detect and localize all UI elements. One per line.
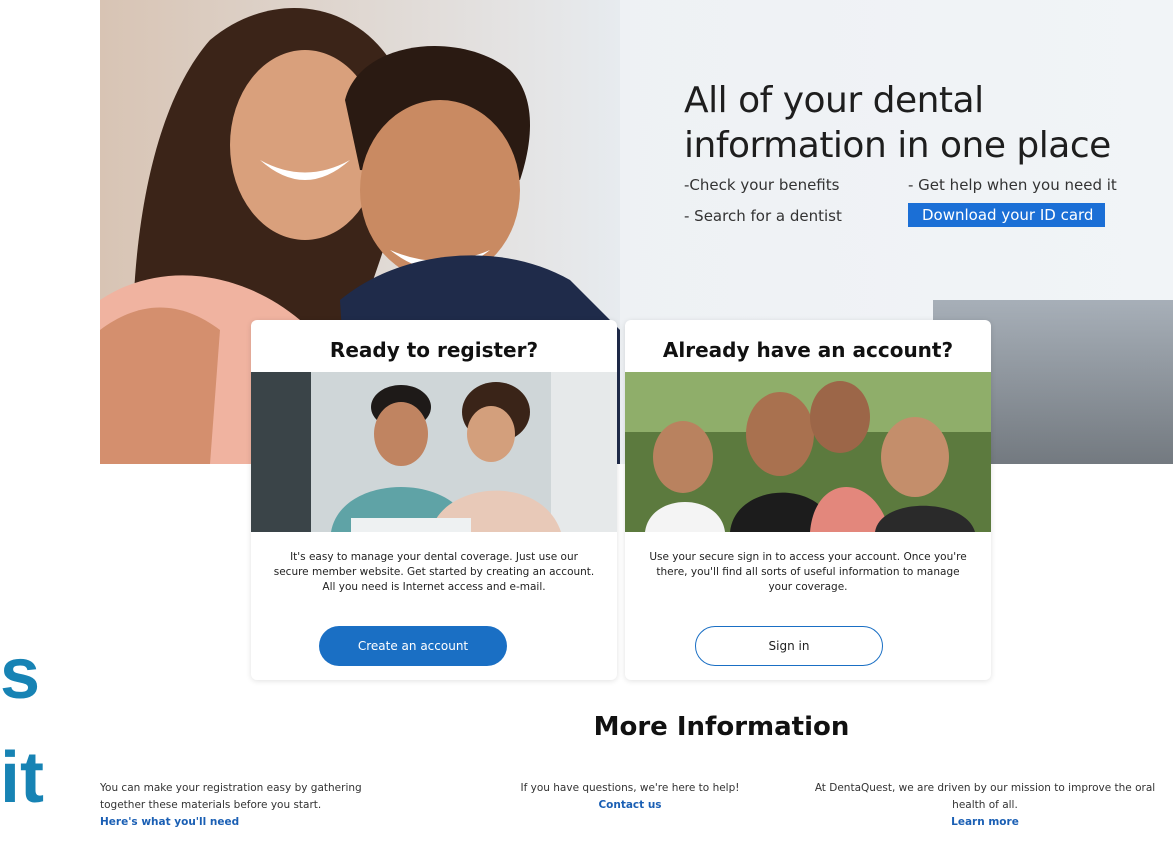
register-card-description: It's easy to manage your dental coverage… (273, 551, 595, 593)
register-card: Ready to register? It's easy to manage y… (251, 320, 617, 680)
feature-download-id-card: Download your ID card (908, 203, 1106, 227)
feature-get-help: - Get help when you need it (908, 176, 1117, 194)
info-column-registration: You can make your registration easy by g… (100, 780, 400, 831)
learn-more-link[interactable]: Learn more (951, 814, 1019, 831)
hero-title: All of your dental information in one pl… (684, 80, 1111, 166)
info-column-mission-text: At DentaQuest, we are driven by our miss… (814, 782, 1156, 811)
feature-search-dentist: - Search for a dentist (684, 207, 842, 225)
overlay-text-fragment-1: s (0, 634, 41, 714)
feature-check-benefits: -Check your benefits (684, 176, 840, 194)
signin-card: Already have an account? Use your secure… (625, 320, 991, 680)
register-card-photo (251, 372, 617, 532)
signin-card-photo (625, 372, 991, 532)
contact-us-link[interactable]: Contact us (598, 797, 661, 814)
signin-card-description: Use your secure sign in to access your a… (649, 551, 967, 593)
sign-in-button[interactable]: Sign in (695, 626, 883, 666)
info-column-help-text: If you have questions, we're here to hel… (520, 782, 740, 794)
more-info-section-title: More Information (593, 712, 850, 742)
info-column-mission: At DentaQuest, we are driven by our miss… (810, 780, 1160, 831)
register-card-title: Ready to register? (329, 338, 539, 362)
info-column-registration-text: You can make your registration easy by g… (100, 782, 362, 811)
create-account-button[interactable]: Create an account (319, 626, 507, 666)
info-column-help: If you have questions, we're here to hel… (500, 780, 760, 814)
overlay-text-fragment-2: it (0, 738, 44, 818)
whats-needed-link[interactable]: Here's what you'll need (100, 814, 239, 831)
signin-card-title: Already have an account? (662, 338, 954, 362)
